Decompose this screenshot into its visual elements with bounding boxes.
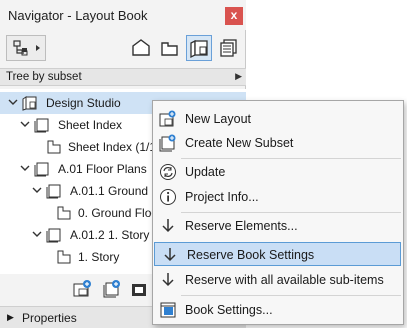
menu-item-create-new-subset[interactable]: Create New Subset: [153, 131, 403, 155]
menu-item-new-layout[interactable]: New Layout: [153, 107, 403, 131]
new-subset-icon: [103, 280, 120, 298]
menu-item-update[interactable]: Update: [153, 160, 403, 184]
menu-item-label: Reserve with all available sub-items: [185, 273, 384, 287]
expand-toggle-icon[interactable]: [32, 229, 42, 239]
menu-item-label: Create New Subset: [185, 136, 294, 150]
new-subset-button[interactable]: [102, 279, 122, 299]
menu-separator: [181, 212, 401, 213]
expand-toggle-icon[interactable]: [20, 163, 30, 173]
master-layout-icon: [132, 284, 146, 296]
subset-icon: [46, 228, 61, 243]
project-map-button[interactable]: [128, 35, 154, 61]
navigator-settings-button[interactable]: [6, 35, 46, 61]
properties-label: Properties: [22, 311, 77, 325]
tree-item-label: 0. Ground Floo: [78, 206, 159, 220]
view-map-icon: [161, 42, 178, 56]
tree-item-label: A.01.1 Ground Fl: [70, 184, 162, 198]
new-layout-icon: [73, 280, 91, 297]
subset-icon: [46, 184, 61, 199]
close-button[interactable]: x: [225, 7, 243, 25]
layout-book-icon: [190, 39, 208, 59]
tree-view-dropdown[interactable]: Tree by subset ▶: [0, 68, 246, 86]
tree-view-label: Tree by subset: [6, 71, 82, 83]
layout-icon: [57, 206, 71, 220]
new-layout-icon: [159, 110, 176, 127]
reserve-arrow-icon: [162, 273, 174, 287]
expand-toggle-icon[interactable]: [8, 97, 18, 107]
menu-item-project-info[interactable]: Project Info...: [153, 185, 403, 209]
menu-item-label: Reserve Book Settings: [187, 248, 315, 262]
publisher-icon: [220, 39, 237, 57]
layout-icon: [47, 140, 61, 154]
publisher-sets-button[interactable]: [216, 35, 242, 61]
new-master-button[interactable]: [130, 279, 150, 299]
menu-item-reserve-with-sub-items[interactable]: Reserve with all available sub-items: [153, 268, 403, 292]
menu-separator: [181, 295, 401, 296]
window-title: Navigator - Layout Book: [8, 8, 148, 23]
layout-book-icon: [22, 96, 37, 111]
expand-toggle-icon[interactable]: [20, 119, 30, 129]
menu-item-label: Book Settings...: [185, 303, 273, 317]
menu-separator: [181, 158, 401, 159]
tree-item-label: Sheet Index: [58, 118, 123, 132]
title-bar: Navigator - Layout Book x: [0, 0, 246, 30]
menu-item-label: Reserve Elements...: [185, 219, 298, 233]
tree-item-label: A.01.2 1. Story: [70, 228, 150, 242]
layout-icon: [57, 250, 71, 264]
tree-item-label: Sheet Index (1/1): [68, 140, 161, 154]
reserve-arrow-icon: [164, 248, 176, 262]
subset-icon: [34, 118, 49, 133]
book-settings-icon: [160, 302, 176, 318]
menu-item-label: Update: [185, 165, 226, 179]
new-layout-button[interactable]: [72, 279, 92, 299]
tree-item-label: Design Studio: [46, 96, 121, 110]
house-icon: [132, 39, 150, 56]
navigator-tree-icon: [13, 40, 40, 56]
chevron-right-icon: ▶: [235, 71, 242, 81]
context-menu: New Layout Create New Subset Update Proj…: [152, 100, 404, 325]
tree-item-label: 1. Story: [78, 250, 120, 264]
subset-icon: [34, 162, 49, 177]
info-icon: [160, 189, 176, 205]
tree-item-label: A.01 Floor Plans: [58, 162, 147, 176]
view-map-button[interactable]: [157, 35, 183, 61]
menu-item-label: Project Info...: [185, 190, 259, 204]
navigator-toolbar: [0, 31, 246, 67]
new-subset-icon: [159, 134, 176, 152]
menu-item-book-settings[interactable]: Book Settings...: [153, 298, 403, 322]
expand-toggle-icon[interactable]: [32, 185, 42, 195]
reserve-arrow-icon: [162, 219, 174, 233]
menu-item-label: New Layout: [185, 112, 252, 126]
menu-item-reserve-elements[interactable]: Reserve Elements...: [153, 214, 403, 238]
update-icon: [160, 164, 176, 180]
chevron-right-icon: ▶: [7, 312, 14, 322]
menu-item-reserve-book-settings[interactable]: Reserve Book Settings: [154, 242, 401, 266]
layout-book-button[interactable]: [186, 35, 212, 61]
